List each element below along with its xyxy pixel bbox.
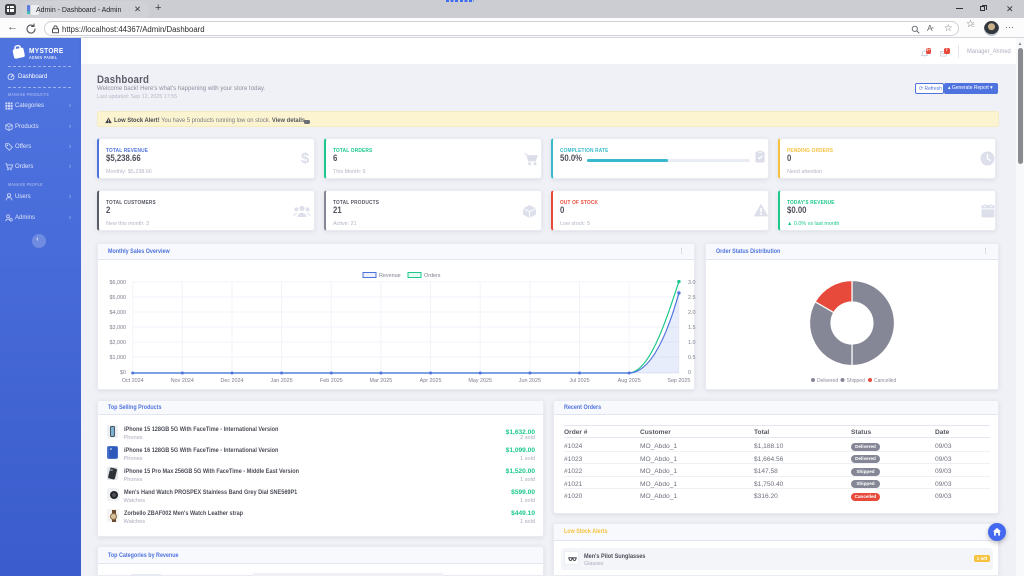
svg-text:2.0: 2.0: [688, 310, 696, 316]
svg-text:0.5: 0.5: [688, 355, 696, 361]
svg-text:1.0: 1.0: [688, 340, 696, 346]
svg-text:3.0: 3.0: [688, 280, 696, 286]
svg-text:Shipped: Shipped: [847, 378, 866, 384]
svg-text:Oct 2024: Oct 2024: [122, 378, 144, 384]
svg-text:1.5: 1.5: [688, 325, 696, 331]
svg-text:$5,000: $5,000: [110, 295, 127, 301]
svg-text:$3,000: $3,000: [110, 325, 127, 331]
svg-text:$2,000: $2,000: [110, 340, 127, 346]
svg-text:$4,000: $4,000: [110, 310, 127, 316]
svg-text:Nov 2024: Nov 2024: [171, 378, 194, 384]
svg-text:Jul 2025: Jul 2025: [569, 378, 589, 384]
svg-text:$0: $0: [120, 370, 126, 376]
svg-text:Aug 2025: Aug 2025: [618, 378, 641, 384]
svg-text:$1,000: $1,000: [110, 355, 127, 361]
svg-text:Feb 2025: Feb 2025: [320, 378, 343, 384]
svg-text:Jan 2025: Jan 2025: [271, 378, 293, 384]
svg-text:Cancelled: Cancelled: [874, 378, 896, 384]
svg-text:Jun 2025: Jun 2025: [519, 378, 541, 384]
svg-text:Revenue: Revenue: [379, 273, 401, 279]
svg-text:Mar 2025: Mar 2025: [370, 378, 393, 384]
svg-text:Sep 2025: Sep 2025: [667, 378, 690, 384]
svg-text:May 2025: May 2025: [468, 378, 492, 384]
svg-text:0: 0: [688, 370, 691, 376]
svg-text:Delivered: Delivered: [817, 378, 838, 384]
svg-text:2.5: 2.5: [688, 295, 696, 301]
svg-text:$6,000: $6,000: [110, 280, 127, 286]
svg-text:Dec 2024: Dec 2024: [220, 378, 243, 384]
svg-text:Apr 2025: Apr 2025: [420, 378, 442, 384]
svg-text:Orders: Orders: [424, 273, 441, 279]
